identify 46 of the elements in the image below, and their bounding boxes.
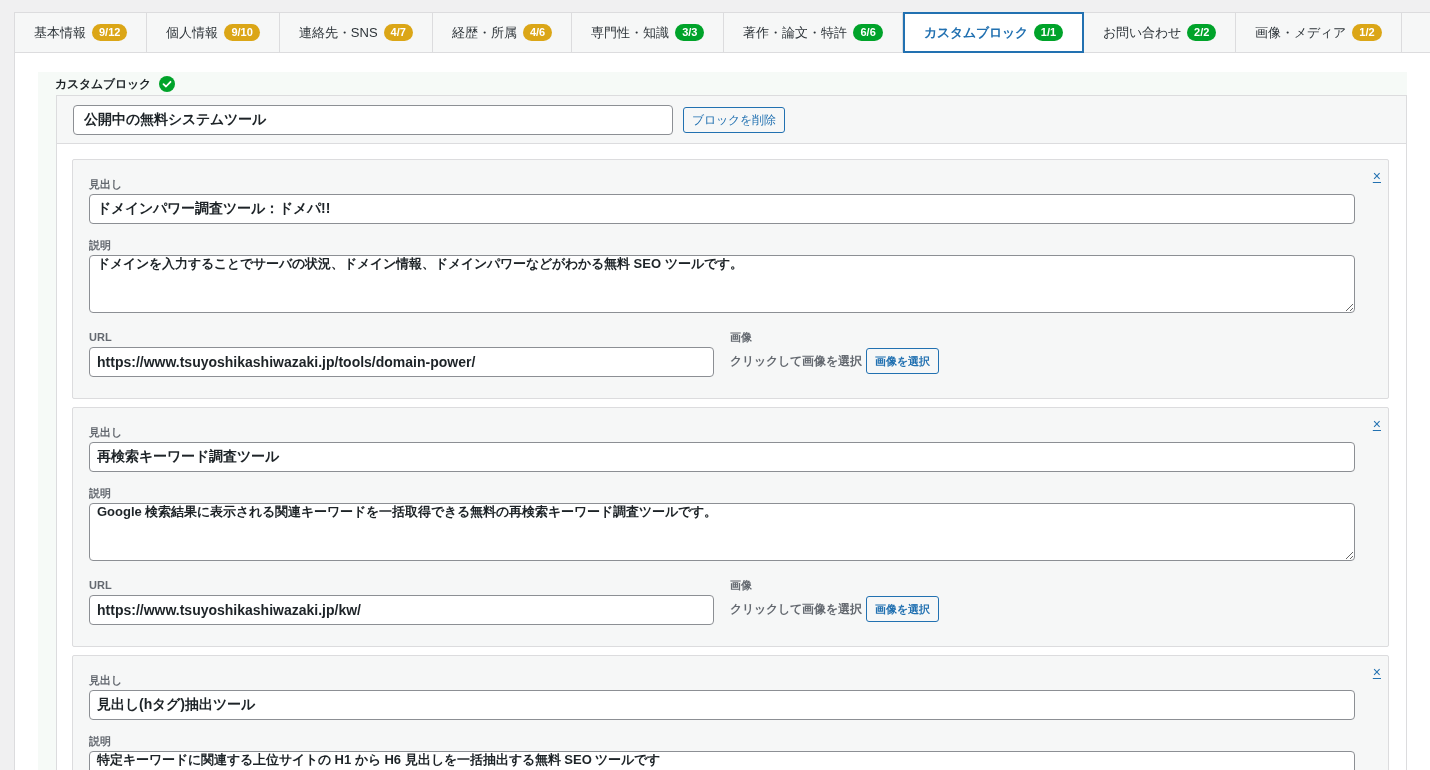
tab[interactable]: 著作・論文・特許 6/6	[724, 13, 903, 52]
image-hint: クリックして画像を選択	[730, 601, 862, 618]
url-field[interactable]: https://www.tsuyoshikashiwazaki.jp/tools/domain-power/	[89, 347, 714, 377]
url-field[interactable]: https://www.tsuyoshikashiwazaki.jp/kw/	[89, 595, 714, 625]
remove-link[interactable]: ×	[1372, 168, 1381, 184]
heading-field[interactable]: 見出し(hタグ)抽出ツール	[89, 690, 1355, 720]
tab[interactable]: 専門性・知識 3/3	[572, 13, 725, 52]
field-label: URL	[89, 330, 112, 344]
field-label: 見出し	[89, 177, 122, 191]
field-label: 画像	[730, 330, 752, 344]
block-name-field[interactable]: 公開中の無料システムツール	[73, 104, 673, 135]
description-field[interactable]: ドメインを入力することでサーバの状況、ドメイン情報、ドメインパワーなどがわかる無料 SEO ツールです。	[89, 255, 1355, 313]
count-badge: 4/6	[522, 24, 553, 41]
description-field[interactable]: Google 検索結果に表示される関連キーワードを一括取得できる無料の再検索キーワード調査ツールです。	[89, 503, 1355, 561]
tab[interactable]: お問い合わせ 2/2	[1084, 13, 1237, 52]
field-label: URL	[89, 578, 112, 592]
remove-link[interactable]: ×	[1372, 664, 1381, 680]
count-badge: 9/12	[92, 24, 128, 41]
count-badge: 1/1	[1033, 24, 1064, 41]
tab[interactable]: 個人情報 9/10	[147, 13, 280, 52]
section-title: カスタムブロック	[55, 75, 151, 93]
tab[interactable]: 画像・メディア 1/2	[1236, 13, 1402, 52]
field-label: 説明	[89, 486, 111, 500]
count-badge: 1/2	[1352, 24, 1382, 41]
field-label: 説明	[89, 238, 111, 252]
field-label: 見出し	[89, 425, 122, 439]
tab[interactable]: 基本情報 9/12	[15, 13, 148, 52]
heading-field[interactable]: 再検索キーワード調査ツール	[89, 442, 1355, 472]
field-label: 画像	[730, 578, 752, 592]
count-badge: 3/3	[675, 24, 705, 41]
field-label: 見出し	[89, 673, 122, 687]
tab[interactable]: 経歴・所属 4/6	[432, 13, 573, 52]
field-label: 説明	[89, 734, 111, 748]
select-image-button[interactable]: 画像を選択	[866, 596, 939, 622]
image-hint: クリックして画像を選択	[730, 353, 862, 370]
count-badge: 2/2	[1187, 24, 1217, 41]
tab[interactable]: 連絡先・SNS 4/7	[279, 13, 433, 52]
heading-field[interactable]: ドメインパワー調査ツール：ドメパ!!	[89, 194, 1355, 224]
remove-link[interactable]: ×	[1372, 416, 1381, 432]
count-badge: 6/6	[853, 24, 883, 41]
tab[interactable]: カスタムブロック 1/1	[902, 12, 1085, 53]
count-badge: 4/7	[383, 24, 413, 41]
delete-block-button[interactable]: ブロックを削除	[683, 106, 785, 133]
select-image-button[interactable]: 画像を選択	[866, 348, 939, 374]
description-field[interactable]: 特定キーワードに関連する上位サイトの H1 から H6 見出しを一括抽出する無料 SEO ツールです	[89, 751, 1355, 770]
count-badge: 9/10	[224, 24, 260, 41]
